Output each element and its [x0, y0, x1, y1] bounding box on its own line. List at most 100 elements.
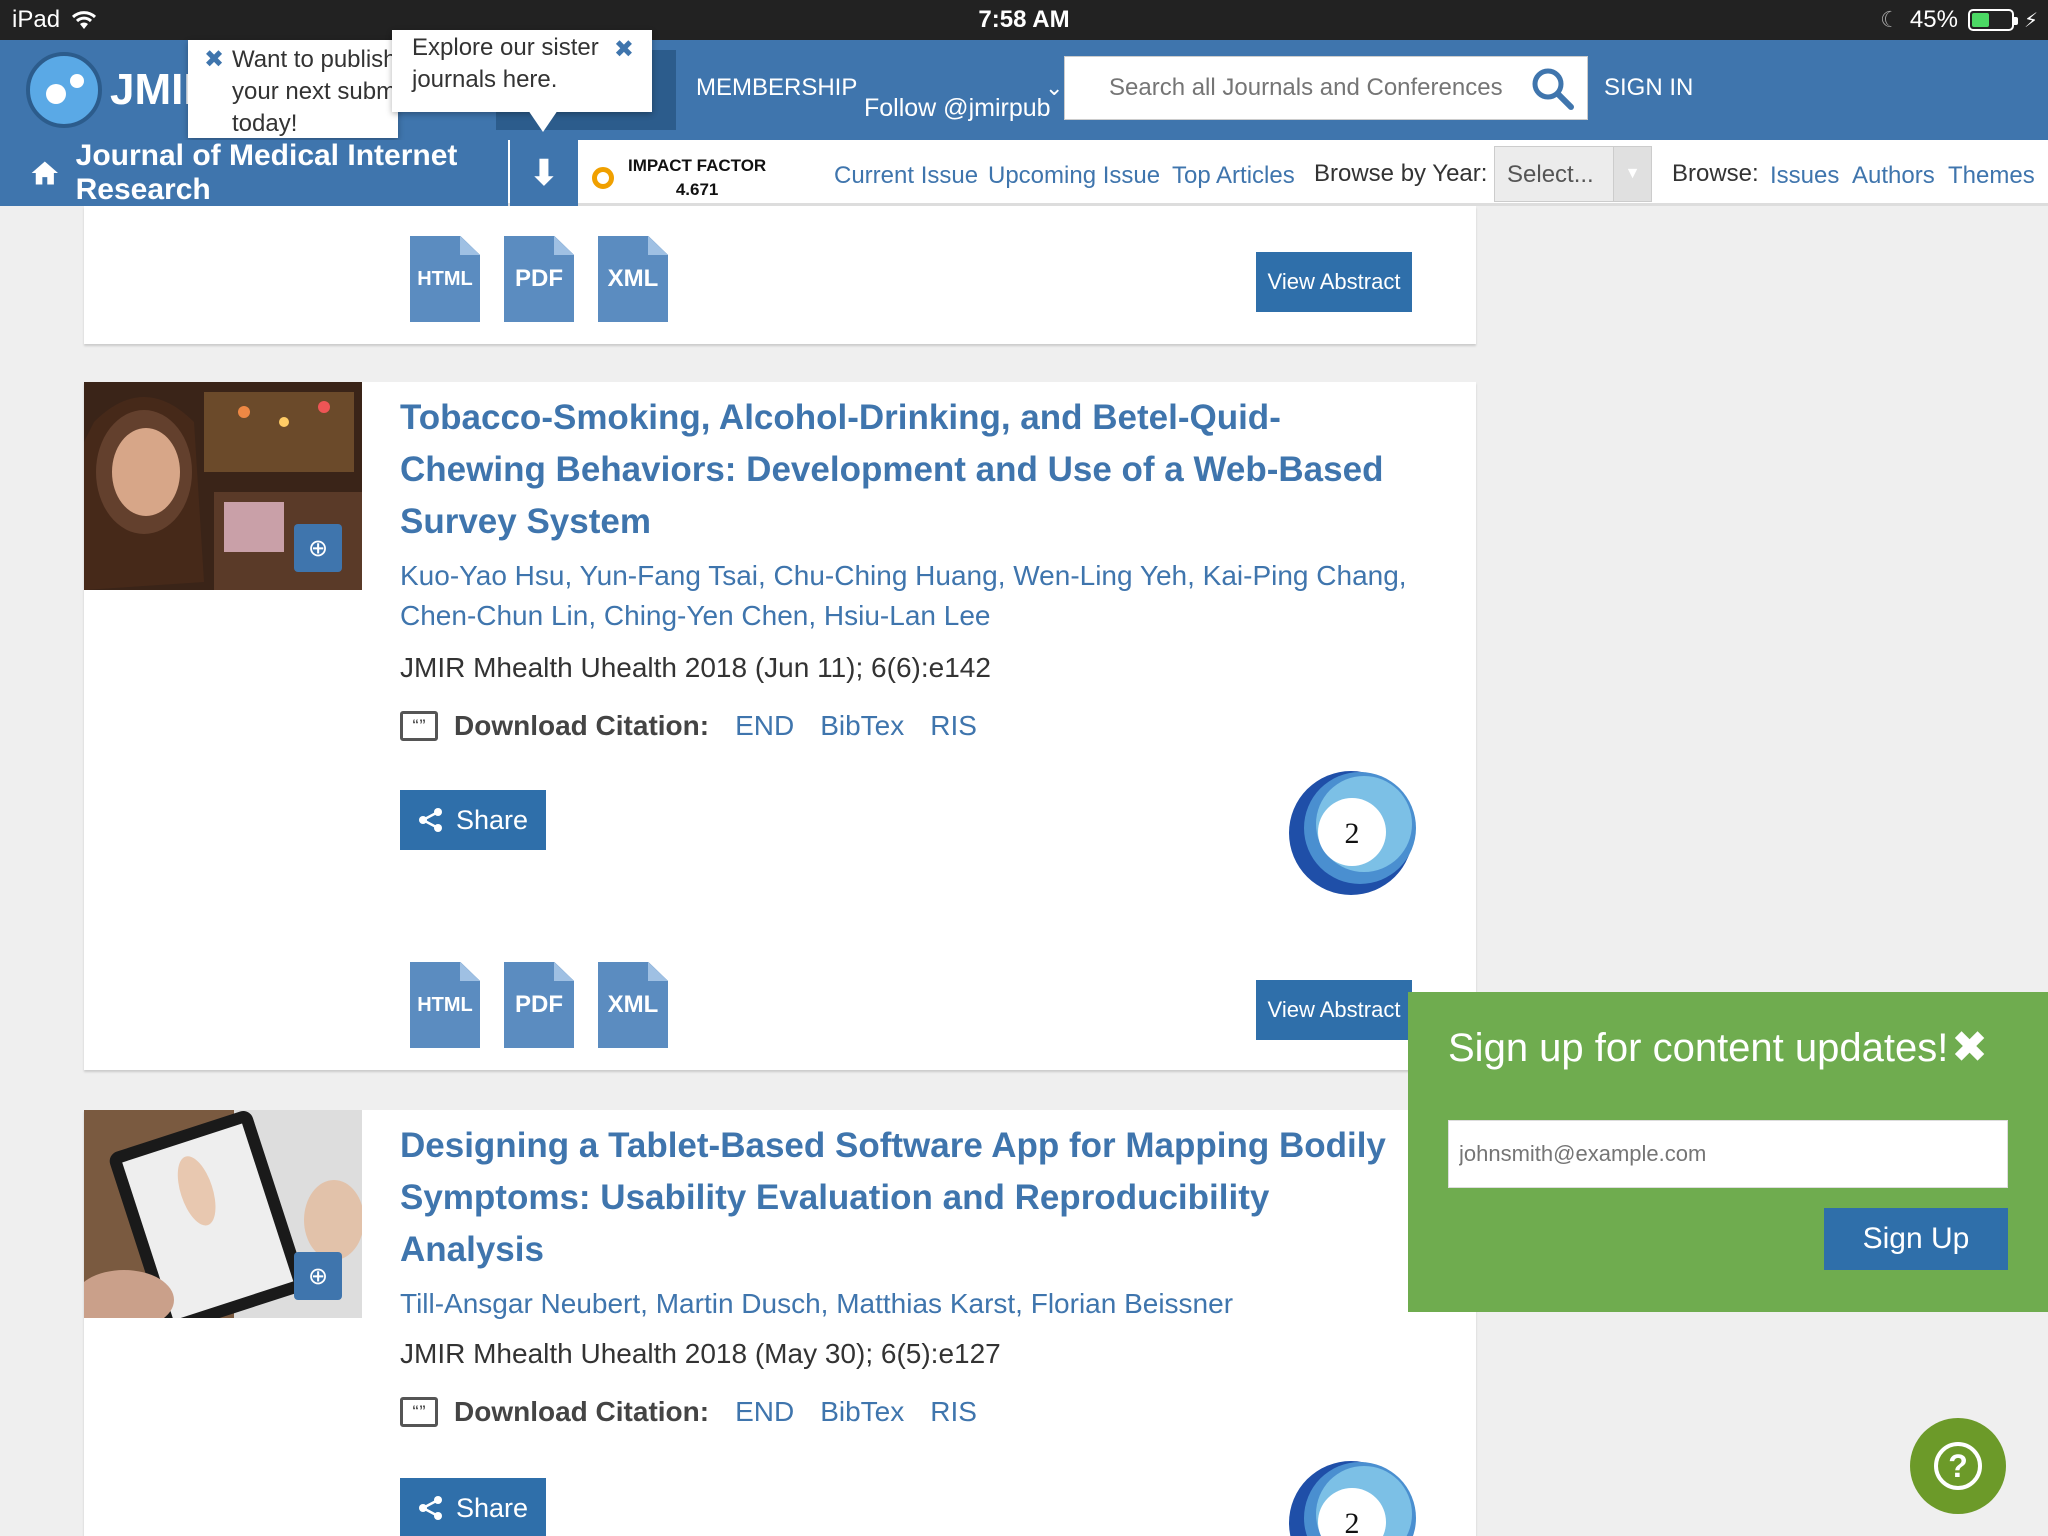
title-line: Analysis	[400, 1230, 544, 1269]
zoom-icon[interactable]: ⊕	[294, 524, 342, 572]
pdf-label: PDF	[515, 265, 563, 292]
signup-heading: Sign up for content updates!	[1448, 1026, 1949, 1070]
sign-up-button[interactable]: Sign Up	[1824, 1208, 2008, 1270]
share-button[interactable]: Share	[400, 1478, 546, 1536]
tooltip-line: Want to publish	[232, 46, 397, 73]
authors-line: Chen-Chun Lin, Ching-Yen Chen, Hsiu-Lan …	[400, 600, 991, 631]
html-file-icon[interactable]: HTML	[410, 962, 480, 1048]
search-input[interactable]	[1109, 74, 1549, 102]
share-label: Share	[455, 804, 529, 835]
journal-name: Journal of Medical Internet Research	[75, 139, 458, 206]
share-icon	[418, 1496, 442, 1520]
impact-label: IMPACT FACTOR	[628, 156, 767, 175]
download-citation: “” Download Citation: END BibTex RIS	[400, 1396, 977, 1428]
article-card-previous: HTML PDF XML View Abstract	[84, 206, 1476, 344]
cite-ris-link[interactable]: RIS	[930, 1396, 977, 1428]
article-title[interactable]: Designing a Tablet-Based Software App fo…	[400, 1120, 1386, 1276]
tooltip-line: journals here.	[412, 66, 558, 93]
browse-label: Browse:	[1672, 160, 1759, 187]
authors-line: Till-Ansgar Neubert, Martin Dusch, Matth…	[400, 1288, 1234, 1319]
signup-popup: Sign up for content updates! ✖ Sign Up	[1408, 992, 2048, 1312]
article-card: ⊕ Designing a Tablet-Based Software App …	[84, 1110, 1476, 1536]
xml-label: XML	[607, 265, 659, 292]
jmir-logo[interactable]: JMIR	[26, 52, 215, 128]
ios-status-bar: iPad 7:58 AM ☾ 45% ⚡	[0, 0, 2048, 40]
article-citation: JMIR Mhealth Uhealth 2018 (May 30); 6(5)…	[400, 1338, 1001, 1369]
html-file-icon[interactable]: HTML	[410, 236, 480, 322]
home-icon	[31, 161, 58, 185]
xml-file-icon[interactable]: XML	[598, 236, 668, 322]
altmetric-score: 2	[1345, 1507, 1360, 1536]
impact-value: 4.671	[675, 180, 719, 199]
article-authors[interactable]: Kuo-Yao Hsu, Yun-Fang Tsai, Chu-Ching Hu…	[400, 556, 1407, 636]
journal-nav-bar: Journal of Medical Internet Research ⬇ I…	[0, 139, 2048, 206]
email-field[interactable]	[1448, 1120, 2008, 1188]
title-line: Designing a Tablet-Based Software App fo…	[400, 1126, 1386, 1165]
share-icon	[418, 808, 442, 832]
upcoming-issue-link[interactable]: Upcoming Issue	[988, 162, 1160, 190]
membership-link[interactable]: MEMBERSHIP	[696, 74, 857, 102]
article-citation: JMIR Mhealth Uhealth 2018 (Jun 11); 6(6)…	[400, 652, 991, 683]
sister-journals-tooltip[interactable]: ✖ Explore our sister journals here.	[392, 30, 652, 112]
cite-bibtex-link[interactable]: BibTex	[820, 1396, 904, 1428]
dropdown-arrow-icon: ▼	[1613, 147, 1651, 201]
pdf-label: PDF	[515, 991, 563, 1018]
title-line: Survey System	[400, 502, 651, 541]
search-icon[interactable]	[1529, 65, 1575, 111]
journal-home-tab[interactable]: Journal of Medical Internet Research	[0, 139, 508, 206]
article-thumbnail[interactable]: ⊕	[84, 382, 362, 590]
clock: 7:58 AM	[978, 6, 1070, 33]
pdf-file-icon[interactable]: PDF	[504, 236, 574, 322]
close-icon[interactable]: ✖	[1951, 1022, 1988, 1073]
view-abstract-button[interactable]: View Abstract	[1256, 252, 1412, 312]
title-line: Chewing Behaviors: Development and Use o…	[400, 450, 1384, 489]
cite-ris-link[interactable]: RIS	[930, 710, 977, 742]
authors-link[interactable]: Authors	[1852, 162, 1935, 190]
quote-icon: “”	[400, 1397, 438, 1427]
altmetric-score: 2	[1345, 817, 1360, 850]
view-abstract-button[interactable]: View Abstract	[1256, 980, 1412, 1040]
current-issue-link[interactable]: Current Issue	[834, 162, 978, 190]
altmetric-badge[interactable]: 2	[1286, 1458, 1416, 1536]
themes-link[interactable]: Themes	[1948, 162, 2035, 190]
year-select[interactable]: Select... ▼	[1494, 146, 1652, 202]
sign-in-link[interactable]: SIGN IN	[1604, 74, 1693, 102]
cite-end-link[interactable]: END	[735, 1396, 794, 1428]
chevron-down-icon[interactable]: ⌄	[1045, 75, 1063, 101]
html-label: HTML	[417, 267, 473, 290]
close-icon[interactable]: ✖	[204, 44, 224, 76]
impact-dot-icon	[592, 167, 614, 189]
follow-link[interactable]: Follow @jmirpub	[864, 94, 1051, 123]
title-line: Symptoms: Usability Evaluation and Repro…	[400, 1178, 1270, 1217]
article-title[interactable]: Tobacco-Smoking, Alcohol-Drinking, and B…	[400, 392, 1383, 548]
journal-menu-button[interactable]: ⬇	[510, 140, 578, 206]
top-articles-link[interactable]: Top Articles	[1172, 162, 1295, 190]
zoom-icon[interactable]: ⊕	[294, 1252, 342, 1300]
logo-icon	[26, 52, 102, 128]
issues-link[interactable]: Issues	[1770, 162, 1839, 190]
xml-label: XML	[607, 991, 659, 1018]
quote-icon: “”	[400, 711, 438, 741]
article-authors[interactable]: Till-Ansgar Neubert, Martin Dusch, Matth…	[400, 1284, 1233, 1324]
cite-bibtex-link[interactable]: BibTex	[820, 710, 904, 742]
browse-by-year-label: Browse by Year:	[1314, 160, 1488, 187]
pdf-file-icon[interactable]: PDF	[504, 962, 574, 1048]
altmetric-badge[interactable]: 2	[1286, 768, 1416, 898]
article-thumbnail[interactable]: ⊕	[84, 1110, 362, 1318]
search-bar: ⌄	[1045, 56, 1588, 120]
html-label: HTML	[417, 993, 473, 1016]
title-line: Tobacco-Smoking, Alcohol-Drinking, and B…	[400, 398, 1281, 437]
cite-end-link[interactable]: END	[735, 710, 794, 742]
authors-line: Kuo-Yao Hsu, Yun-Fang Tsai, Chu-Ching Hu…	[400, 560, 1407, 591]
arrow-down-icon: ⬇	[528, 152, 560, 193]
download-citation-label: Download Citation:	[454, 1396, 710, 1427]
xml-file-icon[interactable]: XML	[598, 962, 668, 1048]
battery-percent: 45%	[1909, 6, 1958, 33]
share-button[interactable]: Share	[400, 790, 546, 850]
help-button[interactable]: ?	[1910, 1418, 2006, 1514]
article-card: ⊕ Tobacco-Smoking, Alcohol-Drinking, and…	[84, 382, 1476, 1070]
tooltip-line: your next subm	[232, 78, 397, 105]
battery-icon	[1967, 9, 2018, 31]
publish-tooltip: ✖ Want to publish your next subm today!	[188, 40, 398, 138]
close-icon[interactable]: ✖	[614, 34, 634, 66]
